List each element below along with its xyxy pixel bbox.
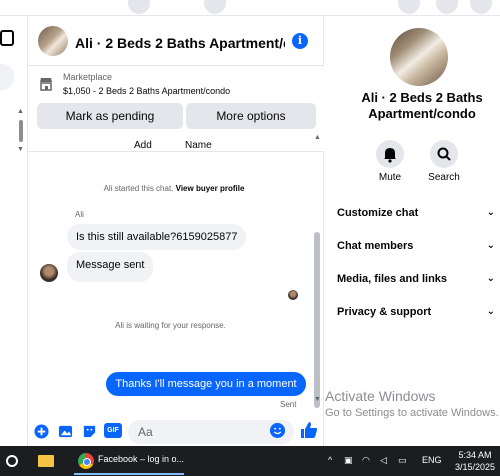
section-label: Chat members	[337, 240, 414, 252]
more-options-button[interactable]: More options	[186, 103, 316, 129]
message-composer: GIF	[28, 416, 324, 446]
image-icon[interactable]	[58, 424, 73, 439]
taskbar-search-icon[interactable]	[6, 455, 18, 467]
tray-chevron-icon[interactable]: ^	[328, 455, 332, 465]
scroll-down-arrow-icon[interactable]: ▼	[17, 146, 24, 153]
file-explorer-icon[interactable]	[38, 455, 54, 467]
chat-scrollbar[interactable]	[314, 232, 320, 408]
privacy-support-section[interactable]: Privacy & support ⌄	[337, 301, 497, 323]
messenger-nav-icon[interactable]	[436, 0, 458, 14]
chevron-down-icon: ⌄	[486, 207, 495, 218]
marketplace-icon	[40, 78, 52, 91]
search-pill[interactable]	[0, 64, 14, 90]
battery-icon[interactable]: ▭	[398, 455, 407, 466]
sent-status: Sent	[280, 400, 297, 409]
waiting-notice: Ali is waiting for your response.	[115, 321, 226, 330]
nav-icon-partial[interactable]	[204, 0, 226, 14]
chat-title[interactable]: Ali · 2 Beds 2 Baths Apartment/co...	[75, 35, 285, 51]
chevron-down-icon: ⌄	[486, 240, 495, 251]
sender-name: Ali	[75, 210, 84, 219]
add-label: Add	[134, 140, 152, 151]
chevron-down-icon: ⌄	[486, 273, 495, 284]
section-label: Media, files and links	[337, 273, 448, 285]
listing-avatar[interactable]	[38, 26, 68, 56]
tray-app-icon[interactable]: ▣	[344, 455, 353, 466]
sticker-icon[interactable]	[82, 424, 97, 439]
menu-grid-icon[interactable]	[398, 0, 420, 14]
section-label: Privacy & support	[337, 306, 432, 318]
nav-icon-partial[interactable]	[128, 0, 150, 14]
watermark-title: Activate Windows	[325, 388, 436, 404]
mute-action[interactable]: Mute	[370, 140, 410, 183]
chat-header: Ali · 2 Beds 2 Baths Apartment/co... i	[28, 16, 324, 66]
view-buyer-profile-link[interactable]: View buyer profile	[176, 184, 245, 193]
listing-price-title[interactable]: $1,050 - 2 Beds 2 Baths Apartment/condo	[63, 86, 230, 96]
account-avatar[interactable]	[470, 0, 492, 14]
clock-date: 3/15/2025	[454, 462, 496, 472]
search-action[interactable]: Search	[424, 140, 464, 183]
incoming-message[interactable]: Is this still available?6159025877	[67, 224, 247, 250]
customize-chat-section[interactable]: Customize chat ⌄	[337, 202, 497, 224]
windows-taskbar: Facebook – log in o... ^ ▣ ◠ ◁ ▭ ENG 5:3…	[0, 446, 500, 476]
chat-panel: Ali · 2 Beds 2 Baths Apartment/co... i M…	[28, 16, 324, 446]
scroll-up-arrow-icon[interactable]: ▲	[17, 108, 24, 115]
outgoing-message[interactable]: Thanks I'll message you in a moment	[106, 372, 306, 396]
listing-photo-avatar[interactable]	[390, 28, 448, 86]
conversation-list-edge: ▲ ▼	[0, 16, 28, 446]
mute-label: Mute	[378, 172, 402, 183]
wifi-icon[interactable]: ◠	[362, 455, 370, 466]
compose-icon[interactable]	[0, 30, 14, 46]
message-input[interactable]	[128, 420, 294, 444]
top-nav-strip	[0, 0, 500, 16]
name-label: Name	[185, 140, 212, 151]
chat-members-section[interactable]: Chat members ⌄	[337, 235, 497, 257]
incoming-message[interactable]: Message sent	[67, 252, 154, 282]
search-icon[interactable]	[430, 140, 458, 168]
media-files-links-section[interactable]: Media, files and links ⌄	[337, 268, 497, 290]
volume-icon[interactable]: ◁	[380, 455, 387, 466]
plus-icon[interactable]	[34, 424, 49, 439]
chat-started-text: Ali started this chat.	[103, 184, 174, 193]
watermark-subtitle: Go to Settings to activate Windows.	[325, 407, 499, 419]
emoji-icon[interactable]	[270, 423, 285, 438]
active-app-indicator	[74, 473, 184, 475]
search-label: Search	[428, 172, 460, 183]
chevron-down-icon: ⌄	[486, 306, 495, 317]
scroll-down-arrow-icon[interactable]: ▼	[314, 396, 321, 403]
activate-windows-watermark: Activate Windows Go to Settings to activ…	[325, 388, 499, 422]
marketplace-banner: Marketplace $1,050 - 2 Beds 2 Baths Apar…	[28, 66, 324, 152]
chrome-icon[interactable]	[78, 453, 94, 469]
scrollbar-thumb[interactable]	[19, 120, 23, 142]
marketplace-label: Marketplace	[63, 72, 113, 82]
messenger-window: ▲ ▼ Ali · 2 Beds 2 Baths Apartment/co...…	[0, 0, 500, 476]
taskbar-app-label[interactable]: Facebook – log in o...	[98, 454, 184, 464]
taskbar-clock[interactable]: 5:34 AM 3/15/2025	[454, 449, 496, 473]
sender-avatar[interactable]	[40, 264, 58, 282]
seen-indicator-avatar	[288, 290, 298, 300]
chat-info-panel: Ali · 2 Beds 2 Baths Apartment/condo Mut…	[324, 16, 500, 446]
language-indicator[interactable]: ENG	[422, 455, 442, 465]
mark-as-pending-button[interactable]: Mark as pending	[37, 103, 183, 129]
info-icon[interactable]: i	[292, 33, 308, 49]
gif-icon[interactable]: GIF	[104, 423, 122, 438]
info-panel-title: Ali · 2 Beds 2 Baths Apartment/condo	[361, 90, 483, 121]
clock-time: 5:34 AM	[458, 450, 492, 460]
like-icon[interactable]	[299, 420, 319, 440]
scroll-up-arrow-icon[interactable]: ▲	[314, 134, 321, 141]
section-label: Customize chat	[337, 207, 419, 219]
chat-started-notice: Ali started this chat. View buyer profil…	[28, 184, 320, 193]
bell-icon[interactable]	[376, 140, 404, 168]
